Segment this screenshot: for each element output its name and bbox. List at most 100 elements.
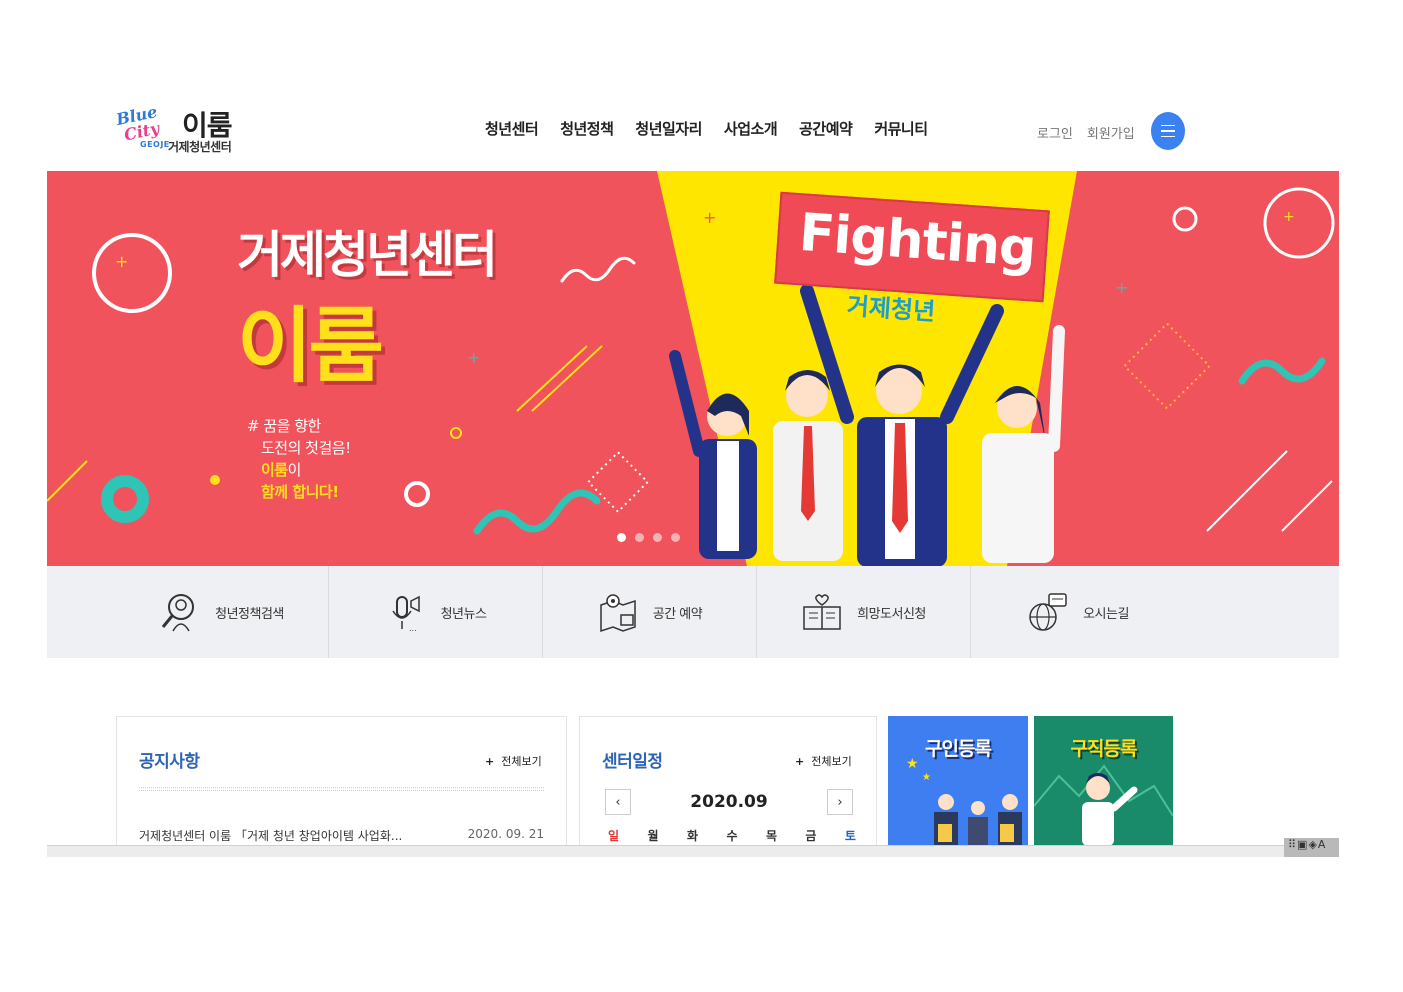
- site-logo[interactable]: Blue City GEOJE 이룸 거제청년센터: [114, 102, 244, 156]
- calendar-month: 2020.09: [690, 792, 768, 812]
- weekday-tue: 화: [686, 829, 699, 843]
- line-decoration: [1206, 450, 1288, 532]
- svg-text:★: ★: [906, 756, 919, 772]
- line-decoration: [516, 345, 588, 412]
- notice-title: 공지사항: [139, 752, 200, 772]
- notice-item-date: 2020. 09. 21: [467, 827, 544, 841]
- quick-item-news[interactable]: ... 청년뉴스: [329, 566, 543, 658]
- quick-label: 공간 예약: [652, 606, 703, 622]
- svg-text:...: ...: [409, 624, 417, 633]
- calendar-weekdays: 일 월 화 수 목 금 토: [608, 827, 856, 844]
- tagline-line-2: 도전의 첫걸음!: [261, 439, 351, 457]
- schedule-panel: 센터일정 + 전체보기 ‹ 2020.09 › 일 월 화 수 목 금 토: [579, 716, 877, 846]
- notice-view-all-link[interactable]: + 전체보기: [485, 753, 542, 769]
- schedule-view-all-link[interactable]: + 전체보기: [795, 753, 852, 769]
- logo-sub-text: 거제청년센터: [168, 140, 232, 154]
- job-seeker-illustration: [1034, 764, 1173, 846]
- plus-decoration: +: [1115, 278, 1128, 297]
- menu-icon-line: [1161, 124, 1175, 127]
- circle-decoration: [404, 481, 430, 507]
- banner-subtitle: 이룸: [237, 299, 384, 394]
- nav-item-community[interactable]: 커뮤니티: [863, 118, 938, 139]
- hero-banner[interactable]: + + + + + Fighting 거제청년 거제청년센터 이룸 # 꿈을 향…: [47, 171, 1339, 566]
- plus-decoration: +: [1283, 209, 1295, 225]
- book-heart-icon: [803, 594, 841, 630]
- circle-decoration: [1172, 206, 1198, 232]
- pagination-dot[interactable]: [671, 533, 680, 542]
- map-pin-icon: [600, 594, 636, 633]
- nav-item-jobs[interactable]: 청년일자리: [624, 118, 713, 139]
- next-month-button[interactable]: ›: [827, 789, 853, 815]
- svg-text:★: ★: [922, 772, 931, 783]
- weekday-thu: 목: [765, 829, 777, 843]
- dot-decoration: [450, 427, 462, 439]
- divider: [139, 787, 544, 791]
- notice-item-title: 거제청년센터 이룸 「거제 청년 창업아이템 사업화...: [139, 829, 403, 843]
- plus-decoration: +: [115, 252, 128, 271]
- nav-item-policy[interactable]: 청년정책: [549, 118, 624, 139]
- quick-menu: 청년정책검색 ... 청년뉴스 공간 예약 희망도서신청 오시는길: [47, 566, 1339, 658]
- quick-label: 희망도서신청: [857, 606, 926, 622]
- main-nav: 청년센터 청년정책 청년일자리 사업소개 공간예약 커뮤니티: [474, 118, 939, 139]
- signup-link[interactable]: 회원가입: [1087, 123, 1135, 142]
- plus-decoration: +: [703, 208, 716, 227]
- logo-geoje-text: GEOJE: [140, 140, 170, 149]
- view-all-label: 전체보기: [811, 755, 852, 768]
- line-decoration: [1281, 480, 1333, 532]
- tagline-line-1: # 꿈을 향한: [247, 417, 321, 435]
- quick-item-policy-search[interactable]: 청년정책검색: [115, 566, 329, 658]
- system-tray: ⠿▣◈A: [1284, 838, 1339, 857]
- notice-list-item[interactable]: 거제청년센터 이룸 「거제 청년 창업아이템 사업화... 2020. 09. …: [139, 827, 544, 844]
- prev-month-button[interactable]: ‹: [605, 789, 631, 815]
- pagination-dot[interactable]: [653, 533, 662, 542]
- tagline-rest: 이: [287, 461, 302, 479]
- quick-label: 청년정책검색: [215, 606, 284, 622]
- circle-decoration: [1263, 187, 1335, 259]
- tagline-emphasis: 이룸: [261, 461, 288, 479]
- line-decoration: [47, 460, 88, 502]
- plus-decoration: +: [467, 348, 480, 367]
- quick-label: 오시는길: [1083, 606, 1129, 622]
- notice-panel: 공지사항 + 전체보기 거제청년센터 이룸 「거제 청년 창업아이템 사업화..…: [116, 716, 567, 846]
- weekday-wed: 수: [726, 829, 738, 843]
- menu-icon-line: [1161, 135, 1175, 138]
- ring-decoration: [101, 475, 149, 523]
- weekday-fri: 금: [805, 829, 817, 843]
- top-links: 로그인 회원가입: [1037, 123, 1135, 142]
- tagline-line-4: 함께 합니다!: [261, 483, 339, 501]
- horizontal-scrollbar[interactable]: [47, 845, 1339, 857]
- weekday-mon: 월: [647, 829, 659, 843]
- calendar-header: ‹ 2020.09 ›: [605, 789, 853, 815]
- schedule-title: 센터일정: [602, 752, 663, 772]
- hire-registration-banner[interactable]: 구인등록 ★ ★: [888, 716, 1028, 846]
- job-seeker-registration-banner[interactable]: 구직등록: [1034, 716, 1173, 846]
- magnifier-person-icon: [161, 594, 195, 632]
- banner-tagline: # 꿈을 향한 도전의 첫걸음! 이룸이 함께 합니다!: [247, 415, 351, 503]
- chevron-left-icon: ‹: [615, 794, 621, 810]
- dot-grid-decoration: [1123, 322, 1211, 410]
- quick-item-book-request[interactable]: 희망도서신청: [757, 566, 971, 658]
- globe-chat-icon: [1029, 593, 1067, 631]
- squiggle-decoration: [473, 489, 601, 535]
- login-link[interactable]: 로그인: [1037, 123, 1073, 142]
- quick-label: 청년뉴스: [440, 606, 487, 622]
- weekday-sat: 토: [844, 829, 856, 843]
- chevron-right-icon: ›: [837, 794, 843, 810]
- menu-icon-line: [1161, 130, 1175, 132]
- fighting-subtext: 거제청년: [845, 291, 937, 327]
- pagination-dot[interactable]: [617, 533, 626, 542]
- pagination-dot[interactable]: [635, 533, 644, 542]
- quick-item-directions[interactable]: 오시는길: [971, 566, 1185, 658]
- dot-decoration: [210, 475, 220, 485]
- nav-item-center[interactable]: 청년센터: [474, 118, 549, 139]
- squiggle-decoration: [560, 256, 636, 283]
- quick-item-space-reservation[interactable]: 공간 예약: [543, 566, 757, 658]
- circle-decoration: [92, 233, 172, 313]
- hire-illustration: ★ ★: [906, 756, 1022, 846]
- microphone-icon: ...: [391, 595, 420, 633]
- banner-title: 거제청년센터: [237, 226, 498, 284]
- nav-item-business[interactable]: 사업소개: [713, 118, 788, 139]
- banner-pagination: [617, 533, 680, 542]
- hamburger-menu-button[interactable]: [1151, 112, 1185, 150]
- nav-item-space-reservation[interactable]: 공간예약: [788, 118, 863, 139]
